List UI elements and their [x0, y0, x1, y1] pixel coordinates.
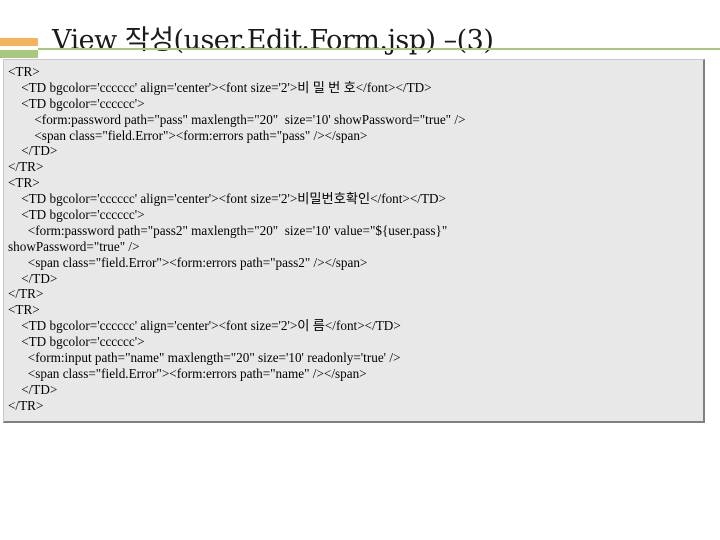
code-block: <TR> <TD bgcolor='cccccc' align='center'…	[8, 64, 698, 414]
code-line: <TR>	[8, 302, 40, 318]
title-prefix: View	[52, 25, 125, 56]
code-line: <TD bgcolor='cccccc' align='center'><fon…	[8, 318, 401, 334]
code-line: showPassword="true" />	[8, 238, 140, 254]
code-line: <TD bgcolor='cccccc'>	[8, 207, 145, 223]
slide-title: View 작성(user.Edit.Form.jsp) –(3)	[52, 18, 494, 57]
code-line: <TD bgcolor='cccccc' align='center'><fon…	[8, 191, 446, 207]
code-line: <span class="field.Error"><form:errors p…	[8, 127, 368, 143]
title-korean: 작성	[124, 25, 174, 56]
title-divider	[38, 48, 720, 50]
accent-bar-green	[0, 50, 38, 58]
code-line: <form:input path="name" maxlength="20" s…	[8, 350, 401, 366]
title-code: (user.Edit.Form.jsp) –(3)	[173, 25, 494, 56]
code-line: <TR>	[8, 175, 40, 191]
code-line: </TR>	[8, 159, 44, 175]
code-line: </TD>	[8, 381, 58, 397]
code-line: </TD>	[8, 143, 58, 159]
code-line: </TD>	[8, 270, 58, 286]
code-line: <TD bgcolor='cccccc'>	[8, 334, 145, 350]
code-line: <TD bgcolor='cccccc'>	[8, 95, 145, 111]
code-line: <TR>	[8, 64, 40, 79]
code-line: </TR>	[8, 286, 44, 302]
code-line: <span class="field.Error"><form:errors p…	[8, 365, 367, 381]
code-line: <form:password path="pass2" maxlength="2…	[8, 222, 448, 238]
accent-bar-orange	[0, 38, 38, 46]
code-line: <span class="field.Error"><form:errors p…	[8, 254, 368, 270]
code-line: <form:password path="pass" maxlength="20…	[8, 111, 466, 127]
code-line: <TD bgcolor='cccccc' align='center'><fon…	[8, 79, 432, 95]
code-line: </TR>	[8, 397, 44, 413]
